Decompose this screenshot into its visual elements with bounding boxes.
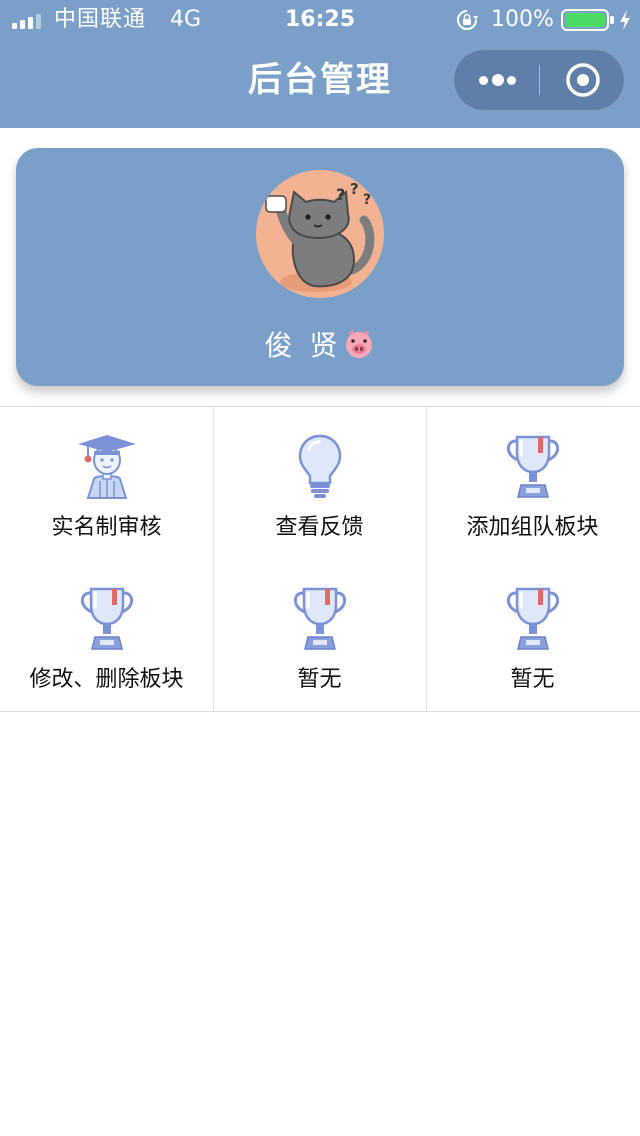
orientation-lock-icon [457, 10, 478, 30]
lightbulb-icon [289, 433, 351, 499]
cat-avatar-icon[interactable]: ? ? ? [256, 170, 384, 298]
pig-face-icon [346, 330, 373, 358]
menu-item-label: 查看反馈 [275, 515, 364, 540]
svg-text:?: ? [363, 192, 371, 208]
menu-item-label: 暂无 [297, 667, 342, 692]
more-dots-icon[interactable] [454, 50, 540, 110]
menu-item-label: 添加组队板块 [466, 515, 599, 540]
battery-percentage: 100% [491, 7, 554, 32]
username: 俊 贤 [16, 326, 624, 366]
profile-card: ? ? ? 俊 贤 [16, 148, 624, 386]
trophy-icon [502, 585, 564, 651]
menu-item-none-2[interactable]: 暂无 [426, 559, 639, 711]
battery-icon [561, 9, 614, 31]
menu-item-add-team-section[interactable]: 添加组队板块 [426, 407, 639, 559]
username-text: 俊 贤 [264, 329, 342, 362]
menu-item-none-1[interactable]: 暂无 [213, 559, 426, 711]
menu-grid: 实名制审核 查看反馈 添加组队板块 修改、删除板块 暂无 暂无 [0, 406, 640, 712]
graduate-icon [76, 433, 138, 499]
menu-item-view-feedback[interactable]: 查看反馈 [213, 407, 426, 559]
trophy-icon [289, 585, 351, 651]
menu-item-label: 暂无 [510, 667, 555, 692]
menu-item-label: 修改、删除板块 [29, 667, 184, 692]
top-bar: 中国联通 4G 16:25 100% 后台管理 [0, 0, 640, 128]
svg-text:?: ? [336, 185, 345, 204]
status-bar: 中国联通 4G 16:25 100% [0, 0, 640, 40]
target-circle-icon[interactable] [540, 50, 626, 110]
mini-program-capsule [453, 49, 625, 111]
trophy-icon [502, 433, 564, 499]
menu-item-edit-delete-section[interactable]: 修改、删除板块 [0, 559, 213, 711]
menu-item-label: 实名制审核 [51, 515, 162, 540]
charging-bolt-icon [620, 10, 630, 30]
svg-text:?: ? [350, 180, 359, 198]
trophy-icon [76, 585, 138, 651]
menu-item-real-name-review[interactable]: 实名制审核 [0, 407, 213, 559]
